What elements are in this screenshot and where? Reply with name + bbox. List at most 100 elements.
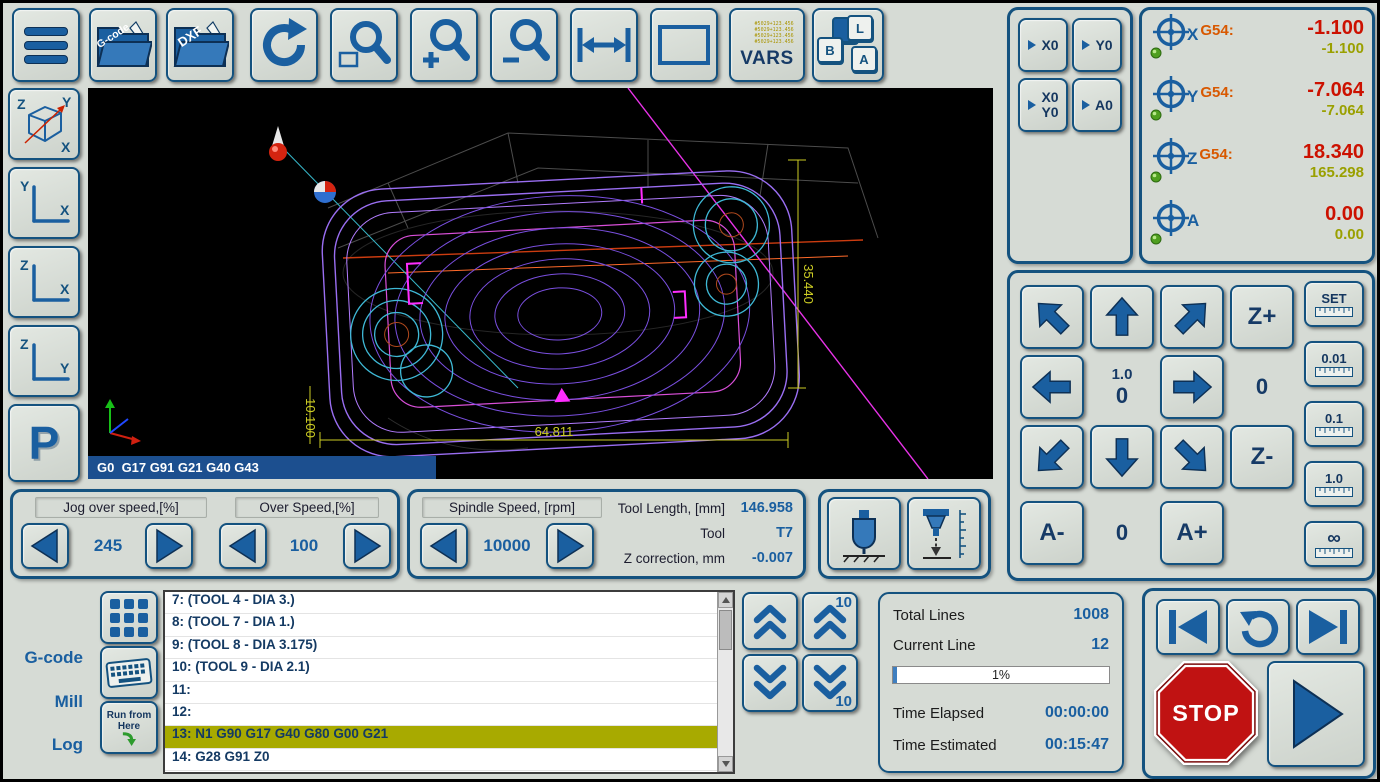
open-dxf-button[interactable]: DXF [166,8,234,82]
zoom-window-button[interactable] [330,8,398,82]
z-minus-button[interactable]: Z- [1230,425,1294,489]
run-from-here-button[interactable]: Run from Here [100,701,158,754]
feeds-panel: Jog over speed,[%] Over Speed,[%] 245 10… [10,489,400,579]
step-forward-button[interactable] [1296,599,1360,655]
jog-left-button[interactable] [1020,355,1084,419]
goto-start-button[interactable] [1156,599,1220,655]
z-correction-label: Z correction, mm [599,551,725,566]
zoom-out-button[interactable] [490,8,558,82]
keyboard-shortcuts-button[interactable]: L B A [812,8,884,82]
jog-speed-inc-button[interactable] [145,523,193,569]
jog-speed-dec-button[interactable] [21,523,69,569]
axis-letter: X [1187,25,1198,45]
toolpath-canvas[interactable]: 35.440 64.811 10.100 [88,88,993,479]
park-button[interactable]: P [8,404,80,482]
origin-marker [314,181,336,203]
gcode-line[interactable]: 8: (TOOL 7 - DIA 1.) [165,614,717,636]
jog-over-speed-label: Jog over speed,[%] [35,497,207,518]
rewind-button[interactable] [1226,599,1290,655]
over-speed-dec-button[interactable] [219,523,267,569]
toolpath-viewport[interactable]: 35.440 64.811 10.100 G0 G1 [88,88,993,479]
scrollbar-down-arrow[interactable] [718,756,733,772]
zero-xy-button[interactable]: X0 Y0 [1018,78,1068,132]
zoom-in-button[interactable] [410,8,478,82]
tab-gcode[interactable]: G-code [24,648,83,668]
gcode-line[interactable]: 10: (TOOL 9 - DIA 2.1) [165,659,717,681]
view-iso-button[interactable]: Z Y X [8,88,80,160]
vars-label: VARS [740,48,793,70]
svg-text:Z: Z [20,257,29,273]
tab-log[interactable]: Log [52,735,83,755]
regenerate-toolpath-button[interactable] [250,8,318,82]
virtual-keyboard-button[interactable] [100,646,158,699]
menu-button[interactable] [12,8,80,82]
jog-se-button[interactable] [1160,425,1224,489]
scroll-up-10-button[interactable]: 10 [802,592,858,650]
stop-button[interactable]: STOP [1153,659,1259,771]
view-zx-button[interactable]: Z X [8,246,80,318]
over-speed-inc-button[interactable] [343,523,391,569]
probe-panel [818,489,991,579]
spindle-inc-button[interactable] [546,523,594,569]
gcode-scrollbar[interactable] [717,592,733,772]
a-plus-button[interactable]: A+ [1160,501,1224,565]
zero-x-label: X0 [1041,38,1058,53]
zero-a-button[interactable]: A0 [1072,78,1122,132]
fit-width-button[interactable] [570,8,638,82]
set-position-button[interactable]: SET [1304,281,1364,327]
progress-bar: 1% [892,666,1110,684]
view-zy-button[interactable]: Z Y [8,325,80,397]
stop-sign-icon: STOP [1153,659,1259,767]
gcode-line-current[interactable]: 13: N1 G90 G17 G40 G80 G00 G21 [165,726,717,748]
grid-view-button[interactable] [100,591,158,644]
step-label: 0.01 [1321,352,1346,365]
ruler-icon [1315,487,1353,497]
a-minus-button[interactable]: A- [1020,501,1084,565]
spindle-speed-label: Spindle Speed, [rpm] [422,497,602,518]
gcode-line[interactable]: 9: (TOOL 8 - DIA 3.175) [165,637,717,659]
fit-screen-button[interactable] [650,8,718,82]
tool-length-measure-button[interactable] [907,497,981,570]
a-minus-label: A- [1039,519,1064,547]
time-elapsed-value: 00:00:00 [1045,704,1109,722]
step-continuous-button[interactable]: ∞ [1304,521,1364,567]
zoom-in-icon [415,16,473,74]
gcode-line-text: 14: G28 G91 Z0 [172,749,270,764]
arrow-sw-icon [1021,426,1083,488]
scroll-down-button[interactable] [742,654,798,712]
gcode-line[interactable]: 12: [165,704,717,726]
view-yx-button[interactable]: Y X [8,167,80,239]
spindle-panel: Spindle Speed, [rpm] 10000 Tool Length, … [407,489,806,579]
jog-right-button[interactable] [1160,355,1224,419]
gcode-list[interactable]: 7: (TOOL 4 - DIA 3.) 8: (TOOL 7 - DIA 1.… [163,590,735,774]
arrow-left-icon [1030,365,1074,409]
axis-letter: A [1187,211,1199,231]
gcode-line[interactable]: 11: [165,682,717,704]
gcode-line[interactable]: 7: (TOOL 4 - DIA 3.) [165,592,717,614]
vars-button[interactable]: #5029+123.456 #5029+123.456 #5029+123.45… [729,8,805,82]
tab-mill[interactable]: Mill [55,692,83,712]
z-plus-button[interactable]: Z+ [1230,285,1294,349]
step-0-01-button[interactable]: 0.01 [1304,341,1364,387]
spindle-dec-button[interactable] [420,523,468,569]
jog-down-button[interactable] [1090,425,1154,489]
over-speed-label: Over Speed,[%] [235,497,379,518]
play-button[interactable] [1267,661,1365,767]
scrollbar-thumb[interactable] [719,610,732,650]
jog-nw-button[interactable] [1020,285,1084,349]
gcode-line[interactable]: 14: G28 G91 Z0 [165,749,717,771]
zero-y-button[interactable]: Y0 [1072,18,1122,72]
jog-ne-button[interactable] [1160,285,1224,349]
open-gcode-button[interactable]: G-code [89,8,157,82]
scroll-up-button[interactable] [742,592,798,650]
axis-value: -1.100 [1307,17,1364,40]
probe-button[interactable] [827,497,901,570]
step-1-0-button[interactable]: 1.0 [1304,461,1364,507]
axes-yx-icon: Y X [16,175,72,231]
scrollbar-up-arrow[interactable] [718,592,733,608]
step-0-1-button[interactable]: 0.1 [1304,401,1364,447]
jog-up-button[interactable] [1090,285,1154,349]
jog-sw-button[interactable] [1020,425,1084,489]
scroll-down-10-button[interactable]: 10 [802,654,858,712]
zero-x-button[interactable]: X0 [1018,18,1068,72]
